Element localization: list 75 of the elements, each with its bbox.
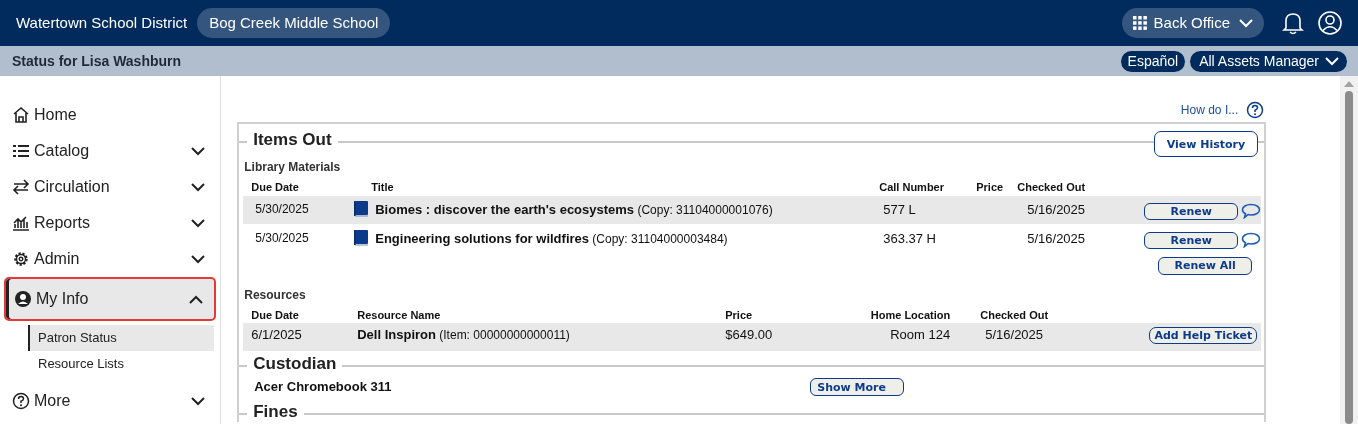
- table-cell-text: 577 L: [883, 200, 917, 219]
- section-title: Items Out: [252, 130, 333, 150]
- sidebar-item[interactable]: Catalog: [4, 133, 217, 169]
- renew-button[interactable]: Renew: [1144, 202, 1239, 220]
- renew-all-button[interactable]: Renew All: [1158, 256, 1253, 275]
- chevron-down-icon: [1325, 56, 1339, 66]
- sidebar-item[interactable]: More: [4, 383, 217, 419]
- table-cell-text: Room 124: [889, 326, 951, 344]
- column-header: Price: [976, 180, 1005, 195]
- swap-arrows-icon: [12, 179, 30, 195]
- table-cell-text: 6/1/2025: [251, 326, 303, 344]
- speech-bubble-icon[interactable]: [1241, 203, 1262, 219]
- table-cell-text: 5/30/2025: [255, 200, 310, 218]
- sidebar-item[interactable]: My Info: [4, 277, 217, 321]
- user-circle-icon: [14, 290, 32, 308]
- table-cell-text: 5/16/2025: [1026, 229, 1087, 248]
- table-cell-text: 363.37 H: [883, 229, 937, 248]
- sidebar-item[interactable]: Admin: [4, 241, 217, 277]
- speech-bubble-icon[interactable]: [1241, 232, 1262, 248]
- sidebar-item[interactable]: Reports: [4, 205, 217, 241]
- help-circle-icon: [1246, 101, 1265, 119]
- column-header: Due Date: [251, 307, 300, 323]
- book-icon: [353, 199, 370, 217]
- sidebar-subitem[interactable]: Patron Status: [28, 325, 215, 351]
- back-office-menu[interactable]: Back Office: [1121, 8, 1264, 38]
- book-icon: [353, 228, 370, 246]
- help-icon: [12, 392, 30, 410]
- table-cell-text: Dell Inspiron (Item: 00000000000011): [357, 326, 571, 344]
- column-header: Title: [371, 180, 395, 195]
- subsection-title: Resources: [243, 286, 306, 304]
- column-header: Checked Out: [980, 307, 1050, 323]
- language-button[interactable]: Español: [1120, 50, 1186, 72]
- table-cell-text: 5/16/2025: [984, 326, 1045, 344]
- chevron-down-icon: [191, 182, 206, 192]
- sidebar-item[interactable]: Home: [4, 97, 217, 133]
- subsection-title: Library Materials: [243, 159, 341, 176]
- view-history-button[interactable]: View History: [1153, 131, 1259, 157]
- chevron-down-icon: [191, 396, 206, 406]
- table-cell-text: $649.00: [725, 326, 774, 344]
- chart-icon: [12, 215, 30, 231]
- show-more-button[interactable]: Show More: [810, 378, 905, 396]
- column-header: Price: [725, 307, 754, 323]
- notification-bell-icon[interactable]: [1282, 11, 1304, 35]
- section-title: Fines: [252, 402, 299, 422]
- chevron-down-icon: [191, 146, 206, 156]
- table-cell-text: 5/16/2025: [1026, 200, 1087, 219]
- grid-icon: [1132, 16, 1147, 30]
- chevron-down-icon: [1239, 18, 1253, 28]
- sidebar-subitem[interactable]: Resource Lists: [28, 351, 215, 377]
- column-header: Call Number: [879, 180, 945, 195]
- custodian-item: Acer Chromebook 311: [254, 378, 393, 397]
- table-cell-text: Biomes : discover the earth's ecosystems (Copy: 31104000001076): [375, 200, 774, 219]
- chevron-up-icon: [189, 294, 204, 304]
- role-selector[interactable]: All Assets Manager: [1190, 50, 1347, 72]
- column-header: Home Location: [869, 307, 951, 323]
- column-header: Resource Name: [357, 307, 442, 323]
- renew-button[interactable]: Renew: [1144, 231, 1239, 249]
- sidebar-item[interactable]: Circulation: [4, 169, 217, 205]
- chevron-down-icon: [191, 218, 206, 228]
- section-title: Custodian: [252, 354, 338, 374]
- chevron-down-icon: [191, 254, 206, 264]
- scrollbar[interactable]: [1340, 76, 1358, 424]
- table-cell-text: Engineering solutions for wildfires (Copy: 31104000003484): [375, 229, 729, 248]
- column-header: Due Date: [251, 180, 300, 195]
- district-name: Watertown School District: [16, 12, 188, 33]
- add-help-ticket-button[interactable]: Add Help Ticket: [1149, 327, 1258, 344]
- table-cell-text: 5/30/2025: [255, 229, 310, 247]
- list-icon: [12, 143, 30, 159]
- gear-icon: [12, 250, 30, 268]
- home-icon: [12, 106, 30, 124]
- help-link[interactable]: How do I...: [1180, 101, 1239, 119]
- column-header: Checked Out: [1017, 180, 1087, 195]
- status-title: Status for Lisa Washburn: [12, 51, 182, 71]
- user-account-icon[interactable]: [1318, 11, 1342, 35]
- school-selector[interactable]: Bog Creek Middle School: [197, 8, 391, 38]
